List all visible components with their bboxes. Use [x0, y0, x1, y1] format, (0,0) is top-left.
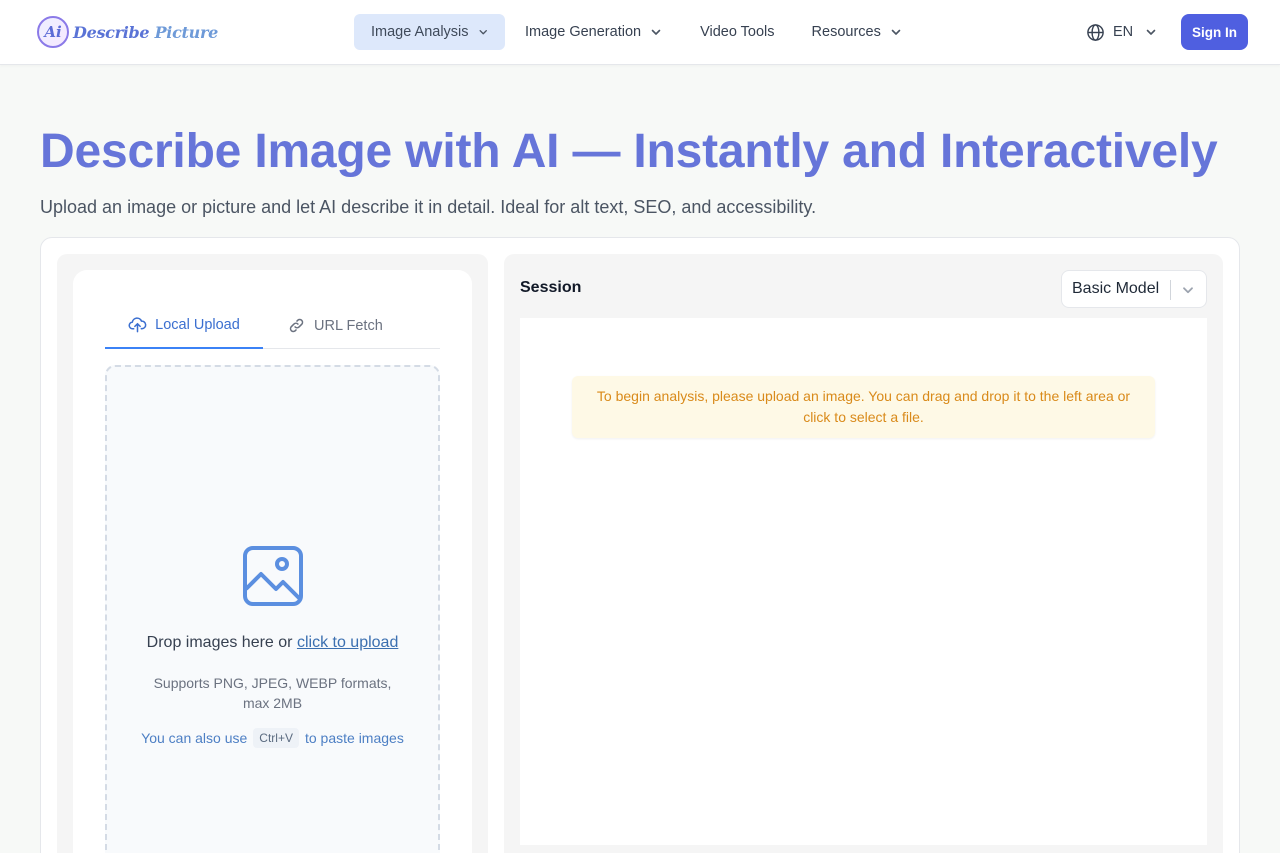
upload-tabs: Local Upload URL Fetch: [105, 302, 440, 349]
link-icon: [289, 318, 304, 333]
chevron-down-icon: [891, 29, 901, 35]
paste-hint: You can also use Ctrl+V to paste images: [105, 728, 440, 748]
tab-url-fetch[interactable]: URL Fetch: [287, 302, 383, 349]
chevron-down-icon: [479, 29, 487, 35]
top-header: Ai Describe Picture Image Analysis Image…: [0, 0, 1280, 65]
cloud-upload-icon: [128, 317, 147, 333]
logo-word-2: Picture: [154, 22, 219, 42]
chevron-down-icon: [651, 29, 661, 35]
tab-label: Local Upload: [155, 316, 240, 333]
session-title: Session: [520, 279, 582, 296]
logo-word-1: Describe: [73, 22, 150, 42]
page-title: Describe Image with AI — Instantly and I…: [40, 125, 1218, 178]
nav-label: Image Analysis: [371, 24, 469, 40]
chevron-down-icon: [1146, 29, 1156, 35]
tab-label: URL Fetch: [314, 317, 383, 334]
nav-resources[interactable]: Resources: [795, 14, 919, 50]
nav-label: Video Tools: [700, 24, 775, 40]
upload-notice: To begin analysis, please upload an imag…: [572, 376, 1155, 438]
paste-shortcut-key: Ctrl+V: [253, 728, 299, 748]
chevron-down-icon: [1183, 287, 1193, 294]
globe-icon: [1087, 23, 1104, 41]
nav-video-tools[interactable]: Video Tools: [683, 14, 791, 50]
logo-badge-text: Ai: [44, 23, 62, 41]
brand-logo[interactable]: Ai Describe Picture: [37, 15, 218, 49]
nav-image-generation[interactable]: Image Generation: [509, 14, 679, 50]
language-label: EN: [1113, 24, 1134, 40]
logo-badge: Ai: [37, 16, 69, 48]
nav-image-analysis[interactable]: Image Analysis: [354, 14, 505, 50]
nav-label: Image Generation: [525, 24, 642, 40]
paste-prefix: You can also use: [141, 730, 248, 746]
tab-local-upload[interactable]: Local Upload: [105, 302, 263, 349]
paste-suffix: to paste images: [304, 730, 404, 746]
main-nav: Image Analysis Image Generation Video To…: [354, 14, 919, 50]
image-icon: [243, 546, 303, 606]
sign-in-button[interactable]: Sign In: [1181, 14, 1248, 50]
dropzone-instruction: Drop images here or click to upload: [105, 634, 440, 652]
click-to-upload-link[interactable]: click to upload: [297, 634, 398, 651]
supported-formats-text: Supports PNG, JPEG, WEBP formats, max 2M…: [153, 675, 392, 711]
nav-label: Resources: [811, 24, 881, 40]
image-dropzone[interactable]: [105, 365, 440, 853]
select-divider: [1170, 280, 1171, 300]
page-subtitle: Upload an image or picture and let AI de…: [40, 197, 817, 217]
drop-text: Drop images here or: [146, 634, 293, 651]
logo-wordmark: Describe Picture: [73, 23, 218, 42]
model-select-value: Basic Model: [1072, 280, 1160, 297]
model-select[interactable]: Basic Model: [1061, 270, 1207, 308]
language-selector[interactable]: EN: [1086, 22, 1157, 42]
